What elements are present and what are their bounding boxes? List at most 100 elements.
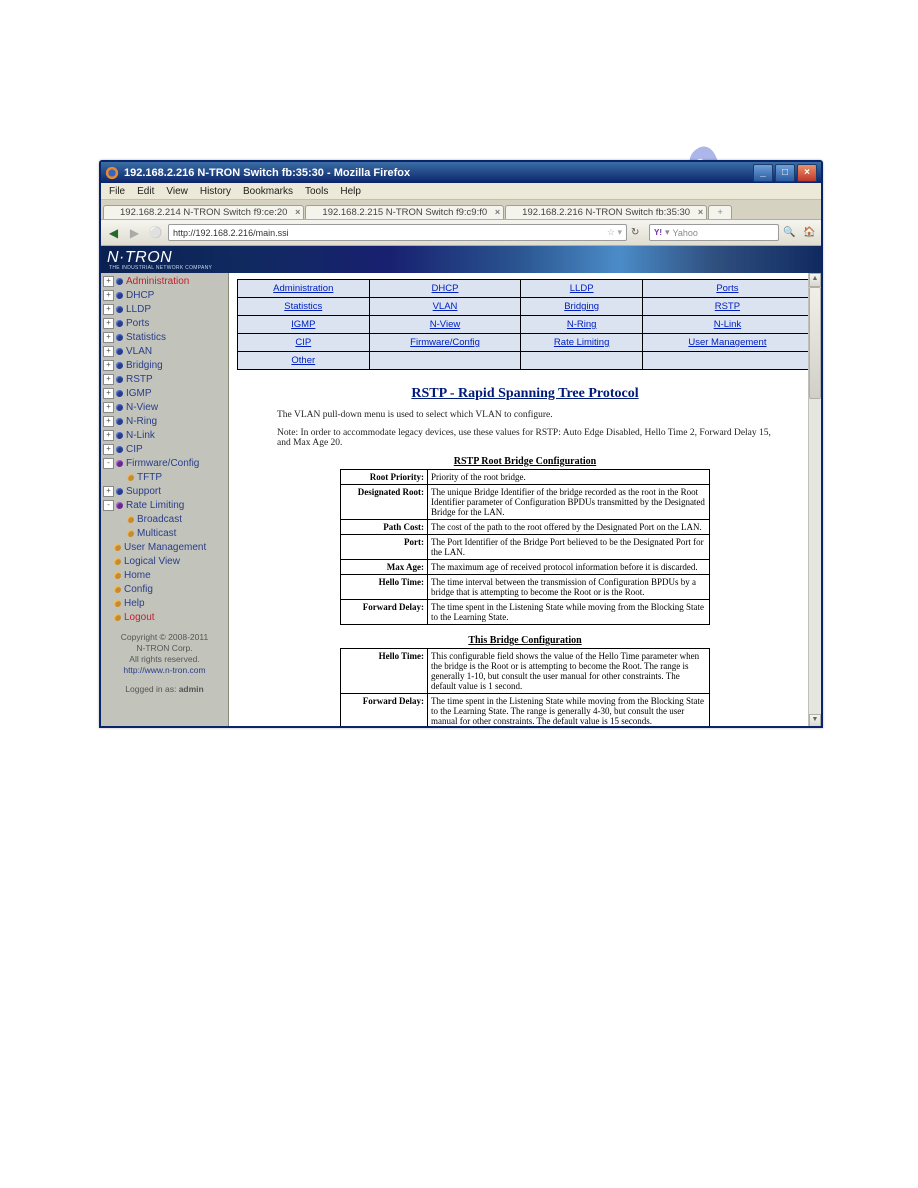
menu-bookmarks[interactable]: Bookmarks: [237, 186, 299, 197]
nav-link-empty: [642, 352, 812, 370]
expand-icon[interactable]: +: [103, 346, 114, 357]
nav-link-igmp[interactable]: IGMP: [238, 316, 370, 334]
scroll-up-button[interactable]: ▲: [809, 273, 821, 287]
sidebar-label: Logout: [124, 612, 155, 623]
expand-icon[interactable]: -: [103, 500, 114, 511]
sidebar-item-multicast[interactable]: Multicast: [101, 526, 228, 540]
nav-link-dhcp[interactable]: DHCP: [369, 280, 521, 298]
sidebar-item-broadcast[interactable]: Broadcast: [101, 512, 228, 526]
sidebar-item-n-view[interactable]: +N-View: [101, 400, 228, 414]
reload-icon[interactable]: ⚪: [147, 224, 164, 241]
expand-icon[interactable]: +: [103, 416, 114, 427]
sidebar-item-n-ring[interactable]: +N-Ring: [101, 414, 228, 428]
menu-edit[interactable]: Edit: [131, 186, 160, 197]
expand-icon[interactable]: +: [103, 430, 114, 441]
new-tab-button[interactable]: +: [708, 205, 732, 219]
sidebar-item-dhcp[interactable]: +DHCP: [101, 288, 228, 302]
nav-link-bridging[interactable]: Bridging: [521, 298, 642, 316]
nav-link-user-management[interactable]: User Management: [642, 334, 812, 352]
menu-help[interactable]: Help: [334, 186, 367, 197]
nav-link-n-link[interactable]: N-Link: [642, 316, 812, 334]
tab-2[interactable]: 192.168.2.216 N-TRON Switch fb:35:30 ×: [505, 205, 707, 219]
search-go-icon[interactable]: 🔍: [783, 227, 797, 238]
menu-file[interactable]: File: [103, 186, 131, 197]
nav-link-statistics[interactable]: Statistics: [238, 298, 370, 316]
sidebar-item-n-link[interactable]: +N-Link: [101, 428, 228, 442]
firefox-icon: [105, 166, 119, 180]
expand-icon[interactable]: +: [103, 360, 114, 371]
sidebar-label: Multicast: [137, 528, 176, 539]
menu-history[interactable]: History: [194, 186, 237, 197]
sidebar-item-lldp[interactable]: +LLDP: [101, 302, 228, 316]
go-button[interactable]: ↻: [631, 227, 645, 238]
expand-icon[interactable]: +: [103, 290, 114, 301]
scrollbar[interactable]: ▲ ▼: [808, 273, 821, 728]
sidebar-item-help[interactable]: Help: [101, 596, 228, 610]
nav-link-firmware-config[interactable]: Firmware/Config: [369, 334, 521, 352]
sidebar-item-logout[interactable]: Logout: [101, 610, 228, 624]
expand-icon[interactable]: +: [103, 332, 114, 343]
sidebar-item-tftp[interactable]: TFTP: [101, 470, 228, 484]
tab-2-label: 192.168.2.216 N-TRON Switch fb:35:30: [522, 207, 690, 218]
window-close-button[interactable]: ×: [797, 164, 817, 182]
sidebar-item-rate-limiting[interactable]: -Rate Limiting: [101, 498, 228, 512]
sidebar-item-administration[interactable]: +Administration: [101, 274, 228, 288]
nav-link-n-view[interactable]: N-View: [369, 316, 521, 334]
expand-icon: [103, 557, 112, 566]
def-value: Priority of the root bridge.: [428, 470, 710, 485]
nav-link-ports[interactable]: Ports: [642, 280, 812, 298]
url-input[interactable]: http://192.168.2.216/main.ssi ☆ ▾: [168, 224, 627, 241]
scroll-thumb[interactable]: [809, 287, 821, 399]
expand-icon[interactable]: +: [103, 486, 114, 497]
sidebar-item-user-management[interactable]: User Management: [101, 540, 228, 554]
sidebar-item-home[interactable]: Home: [101, 568, 228, 582]
tab-1[interactable]: 192.168.2.215 N-TRON Switch f9:c9:f0×: [305, 205, 504, 219]
nav-link-other[interactable]: Other: [238, 352, 370, 370]
back-button[interactable]: ◀: [105, 224, 122, 241]
nav-link-vlan[interactable]: VLAN: [369, 298, 521, 316]
nav-link-n-ring[interactable]: N-Ring: [521, 316, 642, 334]
tab-0[interactable]: 192.168.2.214 N-TRON Switch f9:ce:20×: [103, 205, 304, 219]
sidebar-item-bridging[interactable]: +Bridging: [101, 358, 228, 372]
sidebar-item-support[interactable]: +Support: [101, 484, 228, 498]
nav-link-lldp[interactable]: LLDP: [521, 280, 642, 298]
sidebar-item-vlan[interactable]: +VLAN: [101, 344, 228, 358]
expand-icon: [103, 585, 112, 594]
expand-icon[interactable]: +: [103, 374, 114, 385]
nav-link-rate-limiting[interactable]: Rate Limiting: [521, 334, 642, 352]
expand-icon[interactable]: +: [103, 388, 114, 399]
sidebar-label: Home: [124, 570, 151, 581]
sidebar-item-firmware-config[interactable]: -Firmware/Config: [101, 456, 228, 470]
tab-0-close-icon[interactable]: ×: [295, 207, 300, 217]
home-button[interactable]: 🏠: [803, 227, 817, 238]
expand-icon[interactable]: +: [103, 304, 114, 315]
search-input[interactable]: Y! ▾ Yahoo: [649, 224, 779, 241]
nav-link-rstp[interactable]: RSTP: [642, 298, 812, 316]
menu-tools[interactable]: Tools: [299, 186, 334, 197]
corp-url[interactable]: http://www.n-tron.com: [123, 665, 205, 675]
expand-icon[interactable]: +: [103, 276, 114, 287]
sidebar-item-statistics[interactable]: +Statistics: [101, 330, 228, 344]
expand-icon[interactable]: +: [103, 402, 114, 413]
tab-2-close-icon[interactable]: ×: [698, 207, 703, 217]
sidebar-item-rstp[interactable]: +RSTP: [101, 372, 228, 386]
window-minimize-button[interactable]: _: [753, 164, 773, 182]
forward-button[interactable]: ▶: [126, 224, 143, 241]
expand-icon[interactable]: +: [103, 444, 114, 455]
sidebar-item-config[interactable]: Config: [101, 582, 228, 596]
corp-name: N-TRON Corp.: [105, 643, 224, 654]
nav-link-administration[interactable]: Administration: [238, 280, 370, 298]
sidebar-item-logical-view[interactable]: Logical View: [101, 554, 228, 568]
scroll-down-button[interactable]: ▼: [809, 714, 821, 728]
nav-link-cip[interactable]: CIP: [238, 334, 370, 352]
window-maximize-button[interactable]: □: [775, 164, 795, 182]
expand-icon[interactable]: -: [103, 458, 114, 469]
sidebar-item-ports[interactable]: + Ports: [101, 316, 228, 330]
sidebar-label: Ports: [126, 318, 149, 329]
bookmark-star-icon[interactable]: ☆ ▾: [607, 227, 622, 238]
menu-view[interactable]: View: [160, 186, 194, 197]
tab-1-close-icon[interactable]: ×: [495, 207, 500, 217]
expand-icon[interactable]: +: [103, 318, 114, 329]
sidebar-item-cip[interactable]: +CIP: [101, 442, 228, 456]
sidebar-item-igmp[interactable]: +IGMP: [101, 386, 228, 400]
